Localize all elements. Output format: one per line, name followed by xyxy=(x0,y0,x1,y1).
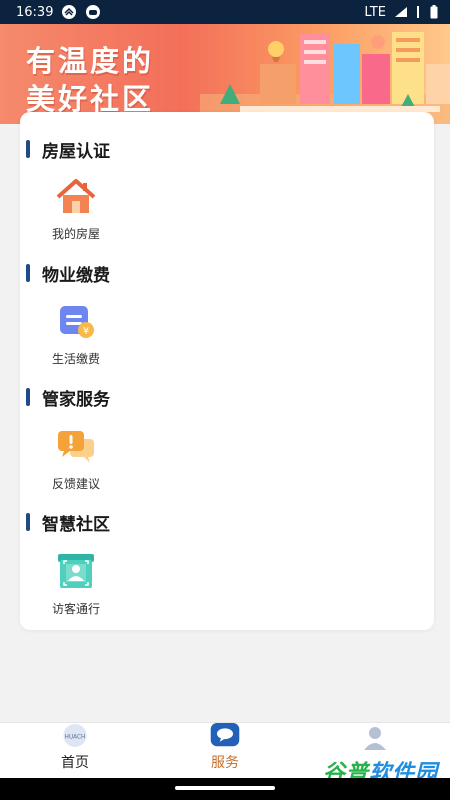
section-marker xyxy=(26,264,30,282)
nav-label: 服务 xyxy=(211,755,239,771)
nav-home[interactable]: HUACH 首页 xyxy=(0,723,150,778)
system-home-bar xyxy=(0,778,450,800)
battery-icon xyxy=(430,5,438,19)
section-title: 房屋认证 xyxy=(42,141,110,162)
section-title: 智慧社区 xyxy=(42,514,110,535)
status-bar: 16:39 LTE xyxy=(0,0,450,24)
service-my-house[interactable]: 我的房屋 xyxy=(44,175,108,242)
section-marker xyxy=(26,140,30,158)
service-feedback[interactable]: 反馈建议 xyxy=(44,425,108,492)
section-marker xyxy=(26,388,30,406)
nav-label: 首页 xyxy=(61,755,89,771)
section-header: 房屋认证 xyxy=(20,137,434,162)
svg-text:HUACH: HUACH xyxy=(65,734,86,740)
service-label: 反馈建议 xyxy=(51,477,100,491)
service-utility-payment[interactable]: ¥ 生活缴费 xyxy=(44,300,108,367)
services-card: 房屋认证 我的房屋 物业缴费 ¥ 生活缴费 管家服务 反馈建议 智慧社区 访客通… xyxy=(20,112,434,630)
city-illustration xyxy=(200,32,450,124)
service-label: 生活缴费 xyxy=(51,352,100,366)
profile-icon xyxy=(364,727,386,750)
service-label: 我的房屋 xyxy=(51,227,100,241)
status-time: 16:39 xyxy=(16,4,54,20)
signal-icon xyxy=(395,7,407,17)
app-notification-icon xyxy=(62,5,77,19)
section-marker xyxy=(26,513,30,531)
section-header: 物业缴费 xyxy=(20,261,434,286)
vibrate-icon xyxy=(417,6,419,18)
section-steward-service: 管家服务 xyxy=(20,385,434,410)
nav-services[interactable]: 服务 xyxy=(150,723,300,778)
banner[interactable]: 有温度的 美好社区 xyxy=(0,24,450,124)
service-label: 访客通行 xyxy=(51,602,100,616)
service-icon xyxy=(210,723,240,747)
feedback-icon xyxy=(58,431,94,463)
home-gesture-pill[interactable] xyxy=(175,786,275,790)
section-header: 智慧社区 xyxy=(20,510,434,535)
app-notification-icon-2 xyxy=(86,5,101,19)
bill-icon: ¥ xyxy=(60,306,94,338)
svg-text:¥: ¥ xyxy=(83,326,89,337)
section-header: 管家服务 xyxy=(20,385,434,410)
banner-line-1: 有温度的 xyxy=(26,44,155,78)
service-visitor-pass[interactable]: 访客通行 xyxy=(44,550,108,617)
section-property-fee: 物业缴费 xyxy=(20,261,434,286)
section-house-auth: 房屋认证 xyxy=(20,137,434,162)
section-title: 物业缴费 xyxy=(42,265,110,286)
section-title: 管家服务 xyxy=(42,389,110,410)
network-type: LTE xyxy=(364,4,386,20)
house-icon xyxy=(56,179,96,213)
banner-title: 有温度的 美好社区 xyxy=(26,42,154,118)
section-smart-community: 智慧社区 xyxy=(20,510,434,535)
home-logo-icon: HUACH xyxy=(63,723,87,748)
visitor-icon xyxy=(58,554,94,588)
